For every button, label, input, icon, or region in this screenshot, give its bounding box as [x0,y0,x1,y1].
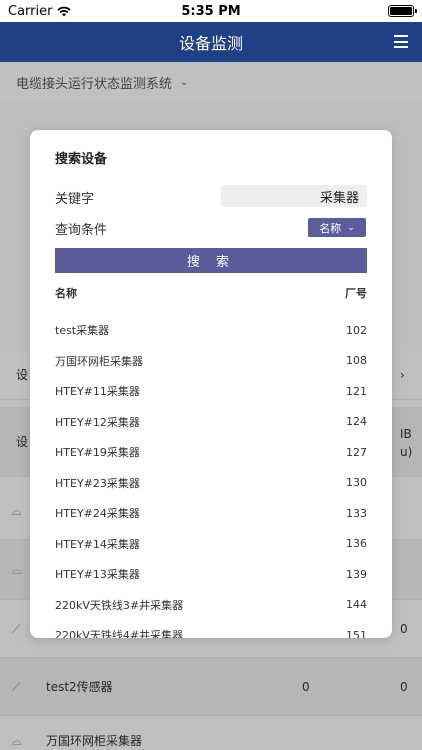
list-item[interactable]: HTEY#23采集器 130 [55,468,367,499]
item-factory: 133 [346,506,367,520]
item-name: HTEY#13采集器 [55,568,140,582]
item-factory: 144 [346,598,367,612]
item-name: HTEY#19采集器 [55,446,140,460]
condition-label: 查询条件 [55,223,108,238]
item-factory: 139 [346,567,367,581]
item-factory: 136 [346,537,367,551]
nav-bar: 设备监测 [0,22,422,62]
item-factory: 124 [346,415,367,429]
col-factory: 厂号 [345,287,367,300]
list-item[interactable]: 220kV天铁线4#井采集器 151 [55,620,367,638]
status-bar: Carrier 5:35 PM [0,0,422,22]
list-item[interactable]: HTEY#14采集器 136 [55,529,367,560]
hamburger-icon[interactable] [394,35,408,48]
keyword-input[interactable] [221,185,367,207]
search-device-dialog: 搜索设备 关键字 查询条件 名称 ⌄ 搜 索 名称 厂号 test采集器 102 万… [30,130,392,638]
item-name: HTEY#14采集器 [55,537,140,551]
item-factory: 151 [346,628,367,638]
status-left: Carrier [8,3,72,19]
item-name: 220kV天铁线3#井采集器 [55,598,184,612]
item-name: 万国环网柜采集器 [55,354,143,368]
page-title: 设备监测 [178,34,243,53]
keyword-label: 关键字 [55,192,95,207]
col-name: 名称 [55,287,77,300]
item-name: HTEY#11采集器 [55,385,140,399]
results-list[interactable]: test采集器 102 万国环网柜采集器 108 HTEY#11采集器 121 HTEY#1… [55,315,367,638]
item-name: test采集器 [55,324,110,338]
condition-select[interactable]: 名称 ⌄ [308,218,366,237]
carrier-label: Carrier [8,3,53,19]
item-name: HTEY#24采集器 [55,507,140,521]
list-item[interactable]: 万国环网柜采集器 108 [55,346,367,377]
item-factory: 108 [346,354,367,368]
list-item[interactable]: HTEY#12采集器 124 [55,407,367,438]
search-button[interactable]: 搜 索 [55,248,367,273]
list-item[interactable]: HTEY#11采集器 121 [55,376,367,407]
item-name: HTEY#23采集器 [55,476,140,490]
list-item[interactable]: HTEY#24采集器 133 [55,498,367,529]
item-factory: 130 [346,476,367,490]
battery-icon [388,5,417,17]
list-item[interactable]: HTEY#13采集器 139 [55,559,367,590]
item-factory: 121 [346,384,367,398]
item-name: 220kV天铁线4#井采集器 [55,629,184,638]
item-name: HTEY#12采集器 [55,415,140,429]
item-factory: 127 [346,445,367,459]
condition-value: 名称 [319,221,342,235]
chevron-down-icon: ⌄ [347,222,355,233]
dialog-title: 搜索设备 [55,152,108,167]
list-item[interactable]: test采集器 102 [55,315,367,346]
list-item[interactable]: 220kV天铁线3#井采集器 144 [55,590,367,621]
item-factory: 102 [346,323,367,337]
list-item[interactable]: HTEY#19采集器 127 [55,437,367,468]
wifi-icon [57,6,72,16]
